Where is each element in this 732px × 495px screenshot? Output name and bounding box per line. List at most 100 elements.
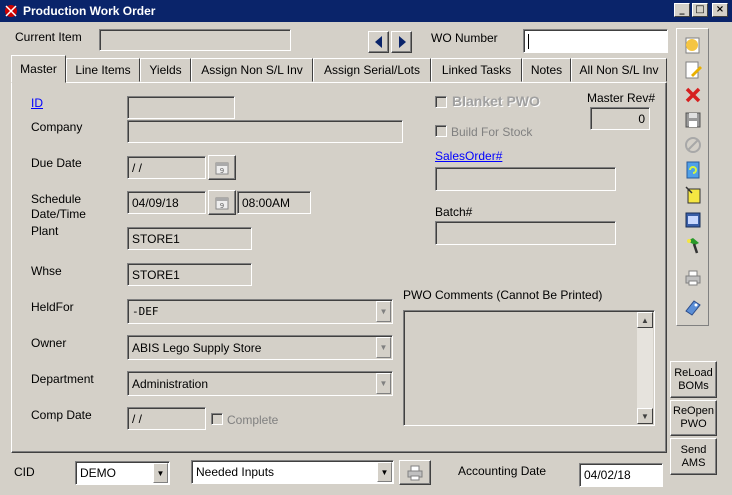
reload-boms-button[interactable]: ReLoad BOMs xyxy=(670,361,717,398)
chevron-down-icon[interactable]: ▼ xyxy=(376,373,391,394)
blanket-pwo-checkbox[interactable] xyxy=(435,96,447,108)
complete-label: Complete xyxy=(227,413,279,427)
cancel-button[interactable] xyxy=(681,133,704,156)
owner-value: ABIS Lego Supply Store xyxy=(132,340,262,355)
tag-button[interactable] xyxy=(681,295,704,318)
report-dropdown[interactable]: Needed Inputs ▼ xyxy=(191,460,394,484)
department-value: Administration xyxy=(132,376,209,391)
save-button[interactable] xyxy=(681,108,704,131)
tab-line-items[interactable]: Line Items xyxy=(66,58,140,82)
cid-label: CID xyxy=(14,465,35,479)
tab-linked-tasks[interactable]: Linked Tasks xyxy=(431,58,522,82)
schedule-date-field[interactable]: 04/09/18 xyxy=(127,191,206,214)
maximize-button[interactable]: □ xyxy=(692,3,708,17)
cid-dropdown[interactable]: DEMO ▼ xyxy=(75,461,170,485)
report-value: Needed Inputs xyxy=(196,465,275,479)
tab-assign-non-sl-inv[interactable]: Assign Non S/L Inv xyxy=(191,58,313,82)
heldfor-dropdown[interactable]: -DEF ▼ xyxy=(127,299,393,324)
new-record-button[interactable] xyxy=(681,33,704,56)
heldfor-label: HeldFor xyxy=(31,300,74,314)
tools-button[interactable] xyxy=(681,233,704,256)
scroll-down-icon[interactable]: ▼ xyxy=(637,408,653,424)
delete-button[interactable] xyxy=(681,83,704,106)
tab-all-non-sl-inv[interactable]: All Non S/L Inv xyxy=(571,58,667,82)
window-title-bar[interactable]: Production Work Order _ □ × xyxy=(0,0,732,22)
text-cursor xyxy=(528,33,529,49)
chevron-down-icon[interactable]: ▼ xyxy=(153,463,168,483)
heldfor-value: -DEF xyxy=(132,305,159,318)
whse-label: Whse xyxy=(31,264,62,278)
card-button[interactable] xyxy=(681,208,704,231)
build-for-stock-label: Build For Stock xyxy=(451,125,533,139)
chevron-down-icon[interactable]: ▼ xyxy=(376,337,391,358)
comments-scrollbar-track[interactable] xyxy=(637,328,653,408)
copy-button[interactable] xyxy=(681,183,704,206)
accounting-date-field[interactable]: 04/02/18 xyxy=(579,463,663,487)
calendar-icon: 9 xyxy=(215,197,229,210)
pwo-comments-label: PWO Comments (Cannot Be Printed) xyxy=(403,288,603,302)
cid-value: DEMO xyxy=(80,466,116,480)
new-record-icon xyxy=(685,37,699,53)
chevron-down-icon[interactable]: ▼ xyxy=(377,462,392,482)
reload-boms-label-2: BOMs xyxy=(678,379,709,392)
schedule-date-calendar-button[interactable]: 9 xyxy=(208,190,236,215)
batch-label: Batch# xyxy=(435,205,473,219)
reopen-pwo-label-1: ReOpen xyxy=(673,405,714,417)
refresh-button[interactable] xyxy=(681,158,704,181)
department-dropdown[interactable]: Administration ▼ xyxy=(127,371,393,396)
send-ams-button[interactable]: Send AMS xyxy=(670,438,717,475)
refresh-icon xyxy=(686,161,699,178)
chevron-down-icon[interactable]: ▼ xyxy=(376,301,391,322)
arrow-right-icon xyxy=(398,36,406,48)
due-date-field[interactable]: / / xyxy=(127,156,206,179)
schedule-time-field[interactable]: 08:00AM xyxy=(237,191,311,214)
minimize-button[interactable]: _ xyxy=(674,3,690,17)
schedule-datetime-label: Date/Time xyxy=(31,207,86,221)
cancel-icon xyxy=(684,136,701,153)
wo-number-label: WO Number xyxy=(431,31,498,45)
tab-master[interactable]: Master xyxy=(11,55,66,83)
send-ams-label-2: AMS xyxy=(681,456,706,469)
tab-yields[interactable]: Yields xyxy=(140,58,191,82)
due-date-calendar-button[interactable]: 9 xyxy=(208,155,236,180)
current-item-field[interactable] xyxy=(99,29,291,51)
company-label: Company xyxy=(31,120,83,134)
build-for-stock-checkbox[interactable] xyxy=(435,125,447,137)
window-title: Production Work Order xyxy=(23,4,156,18)
close-button[interactable]: × xyxy=(712,3,728,17)
complete-checkbox[interactable] xyxy=(211,413,223,425)
master-rev-field[interactable]: 0 xyxy=(590,107,650,130)
copy-icon xyxy=(684,185,700,203)
plant-label: Plant xyxy=(31,224,59,238)
plant-field[interactable]: STORE1 xyxy=(127,227,252,250)
company-field[interactable] xyxy=(127,120,403,143)
previous-item-button[interactable] xyxy=(368,31,389,53)
print-button[interactable] xyxy=(681,266,704,289)
scroll-up-icon[interactable]: ▲ xyxy=(637,312,653,328)
tab-assign-serial-lots[interactable]: Assign Serial/Lots xyxy=(313,58,431,82)
whse-field[interactable]: STORE1 xyxy=(127,263,252,286)
id-field[interactable] xyxy=(127,96,235,119)
print-report-button[interactable] xyxy=(399,460,431,485)
schedule-label: Schedule xyxy=(31,192,82,206)
due-date-label: Due Date xyxy=(31,156,82,170)
comp-date-field[interactable]: / / xyxy=(127,407,206,430)
sales-order-link[interactable]: SalesOrder# xyxy=(435,149,502,163)
reopen-pwo-label-2: PWO xyxy=(680,418,707,430)
batch-field[interactable] xyxy=(435,221,616,245)
next-item-button[interactable] xyxy=(391,31,412,53)
pwo-comments-textarea[interactable]: ▲ ▼ xyxy=(403,310,655,426)
owner-label: Owner xyxy=(31,336,67,350)
id-link[interactable]: ID xyxy=(31,96,43,110)
comp-date-label: Comp Date xyxy=(31,408,92,422)
print-icon xyxy=(407,465,423,480)
calendar-icon: 9 xyxy=(215,162,229,175)
sales-order-field[interactable] xyxy=(435,167,616,191)
reopen-pwo-button[interactable]: ReOpen PWO xyxy=(670,400,717,436)
card-icon xyxy=(685,212,700,227)
owner-dropdown[interactable]: ABIS Lego Supply Store ▼ xyxy=(127,335,393,360)
wo-number-input[interactable] xyxy=(523,29,668,53)
edit-button[interactable] xyxy=(681,58,704,81)
tab-notes[interactable]: Notes xyxy=(522,58,571,82)
current-item-label: Current Item xyxy=(15,30,82,44)
